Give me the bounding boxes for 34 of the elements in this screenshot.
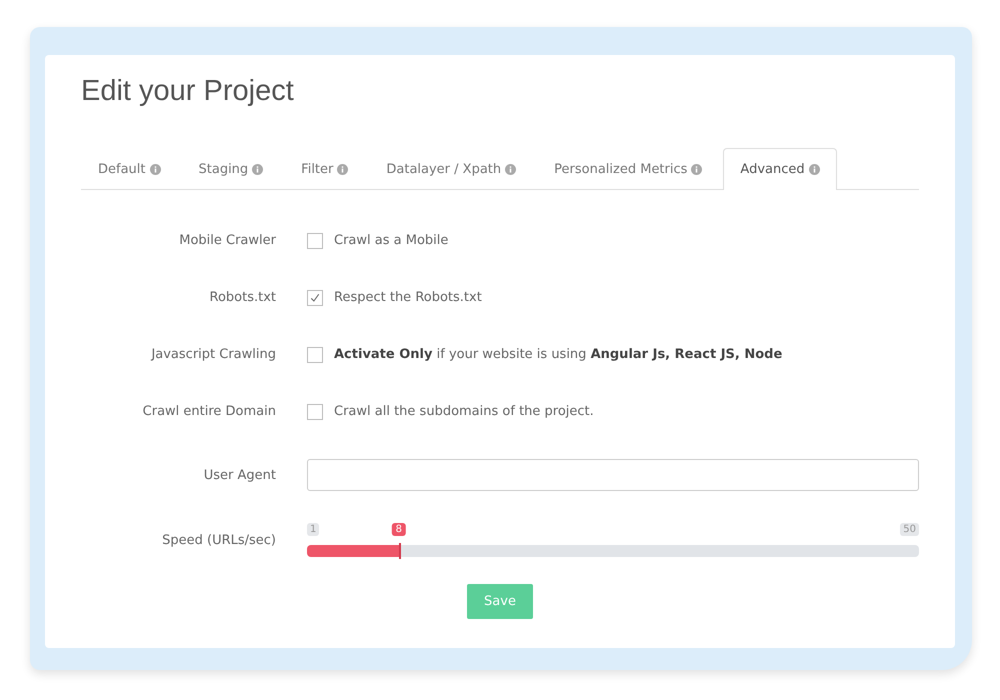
info-icon [808, 164, 820, 175]
page-title: Edit your Project [81, 75, 295, 108]
field-label: Mobile Crawler [178, 233, 277, 248]
info-icon [691, 164, 702, 174]
checkmark-icon [309, 292, 321, 304]
slider-track[interactable] [307, 545, 919, 557]
field-label: User Agent [202, 468, 277, 482]
option-text: Crawl all the subdomains of the project. [334, 404, 594, 419]
slider-handle[interactable] [398, 543, 401, 559]
field-label: Crawl entire Domain [142, 404, 277, 419]
checkbox[interactable] [307, 232, 323, 248]
tab[interactable]: Filter [284, 148, 366, 189]
option-text: Respect the Robots.txt [334, 290, 482, 305]
tab[interactable]: Default [81, 148, 178, 189]
info-icon [505, 164, 516, 174]
option-text: Activate Only if your website is using Angular Js, React JS, Node [334, 347, 782, 362]
max-label: 50 [900, 523, 919, 536]
value-bubble: 8 [392, 523, 406, 536]
option-text: Crawl as a Mobile [334, 233, 448, 248]
min-label: 1 [307, 523, 320, 536]
info-icon [252, 164, 264, 174]
tab[interactable]: Datalayer / Xpath [369, 148, 534, 189]
info-icon [337, 164, 348, 174]
user-agent-field[interactable] [307, 459, 919, 491]
checkbox[interactable] [307, 346, 323, 362]
tab[interactable]: Staging [182, 148, 280, 189]
tab[interactable]: Personalized Metrics [537, 148, 720, 189]
checkbox[interactable] [307, 404, 323, 420]
field-label: Javascript Crawling [150, 347, 277, 362]
field-label: Speed (URLs/sec) [161, 532, 277, 548]
field-label: Robots.txt [208, 290, 277, 305]
tab[interactable]: Advanced [723, 148, 837, 190]
checkbox[interactable] [307, 290, 323, 306]
info-icon [150, 164, 160, 174]
